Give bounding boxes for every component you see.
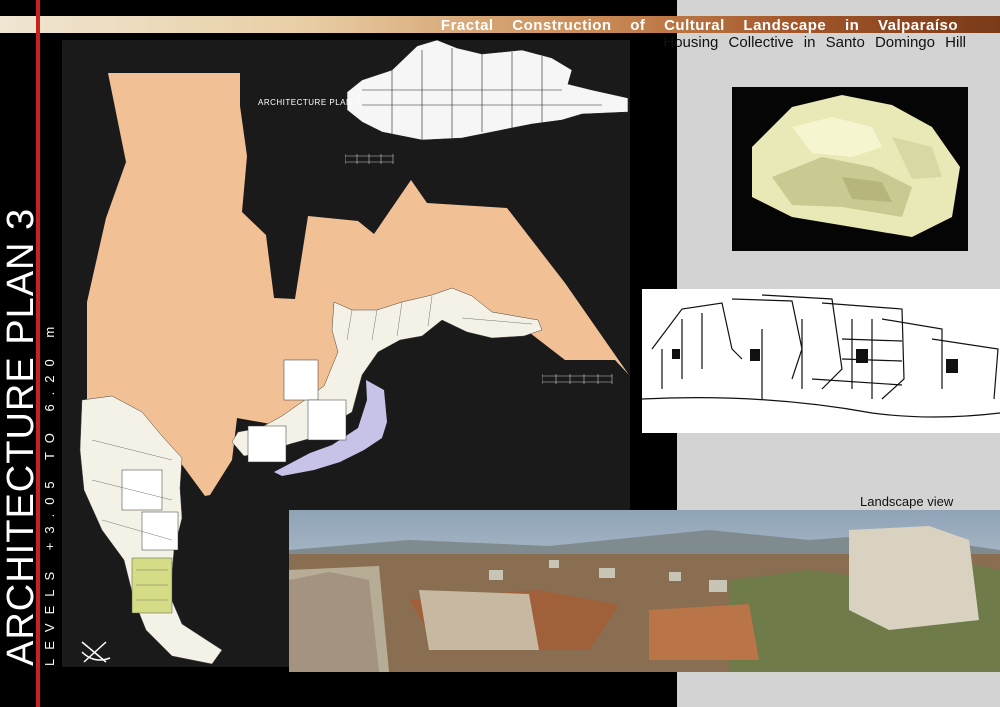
landscape-panorama-photo [289, 510, 1000, 672]
plan-title: ARCHITECTURE PLAN 3 [0, 207, 42, 666]
levels-label: LEVELS +3.05 TO 6.20 m [42, 317, 57, 666]
unit-room-2 [307, 399, 347, 441]
bottom-black-strip [0, 667, 677, 707]
section-label: ARCHITECTURE PLAN 3 [258, 98, 360, 107]
unit-room-3 [247, 425, 287, 463]
presentation-board: Fractal Construction of Cultural Landsca… [0, 0, 1000, 707]
unit-room-1 [283, 359, 319, 401]
unit-room-4 [121, 469, 163, 511]
perspective-sketch [642, 289, 1000, 433]
elevation-section-drawing [346, 40, 629, 141]
main-title: Fractal Construction of Cultural Landsca… [440, 17, 958, 34]
subtitle: Housing Collective in Santo Domingo Hill [663, 34, 966, 51]
scale-bar-plan [542, 374, 613, 384]
vertical-title-block: ARCHITECTURE PLAN 3 LEVELS +3.05 TO 6.20… [0, 207, 57, 666]
landscape-view-caption: Landscape view [860, 494, 954, 509]
green-stair [131, 557, 173, 614]
unit-room-5 [141, 511, 179, 551]
model-photo [732, 87, 968, 251]
north-arrow-icon [81, 641, 111, 663]
scale-bar-top [345, 154, 394, 164]
